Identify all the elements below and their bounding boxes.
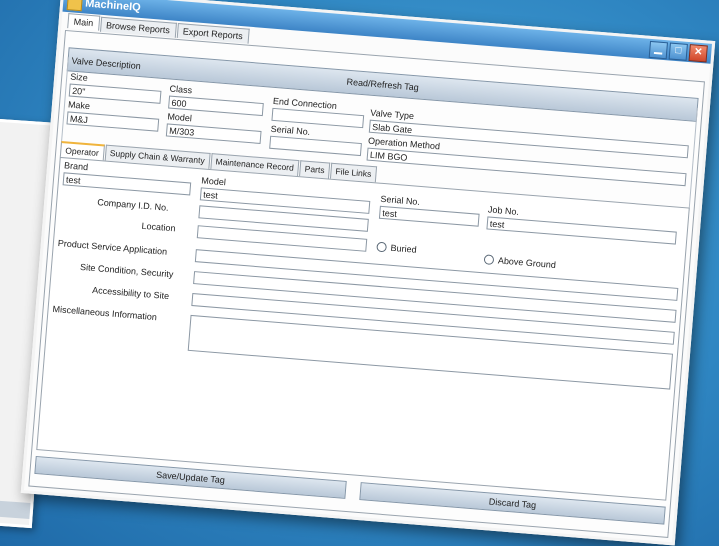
app-icon [66, 0, 83, 12]
above-ground-radio-dot[interactable] [483, 254, 495, 266]
brand-field[interactable]: test [62, 172, 192, 196]
misc-info-label: Miscellaneous Information [52, 303, 158, 323]
buried-radio[interactable]: Buried [376, 241, 417, 255]
size-label: Size [69, 71, 89, 83]
product-service-label: Product Service Application [57, 238, 168, 257]
job-no-label: Job No. [487, 204, 520, 217]
operator-serial-label: Serial No. [380, 193, 421, 207]
location-label: Location [141, 220, 176, 234]
above-ground-radio[interactable]: Above Ground [483, 254, 557, 271]
job-no-field[interactable]: test [486, 216, 677, 245]
make-label: Make [67, 99, 91, 112]
brand-label: Brand [63, 160, 89, 173]
model-label: Model [167, 111, 193, 124]
machineiq-window: MachineIQ ▁ □ ✕ Main Browse Reports Expo… [20, 0, 716, 546]
close-icon[interactable]: ✕ [688, 44, 708, 63]
background-window-bar [0, 498, 31, 519]
above-ground-label: Above Ground [497, 255, 557, 271]
window-controls: ▁ □ ✕ [648, 40, 708, 63]
buried-label: Buried [390, 242, 417, 255]
accessibility-label: Accessibility to Site [91, 284, 170, 302]
minimize-icon[interactable]: ▁ [648, 40, 668, 60]
window-title: MachineIQ [84, 0, 142, 14]
operator-model-label: Model [201, 175, 227, 188]
maximize-icon[interactable]: □ [668, 42, 688, 61]
company-id-label: Company I.D. No. [96, 197, 170, 213]
site-condition-label: Site Condition, Security [79, 261, 174, 280]
buried-radio-dot[interactable] [376, 241, 388, 253]
tab-main[interactable]: Main [67, 13, 100, 31]
operator-panel: Brand test Model test Serial No. test Jo… [36, 156, 690, 501]
main-tab-content: Read/Refresh Tag Valve Description Size … [28, 29, 705, 538]
operator-serial-field[interactable]: test [378, 205, 480, 227]
class-label: Class [169, 83, 193, 96]
